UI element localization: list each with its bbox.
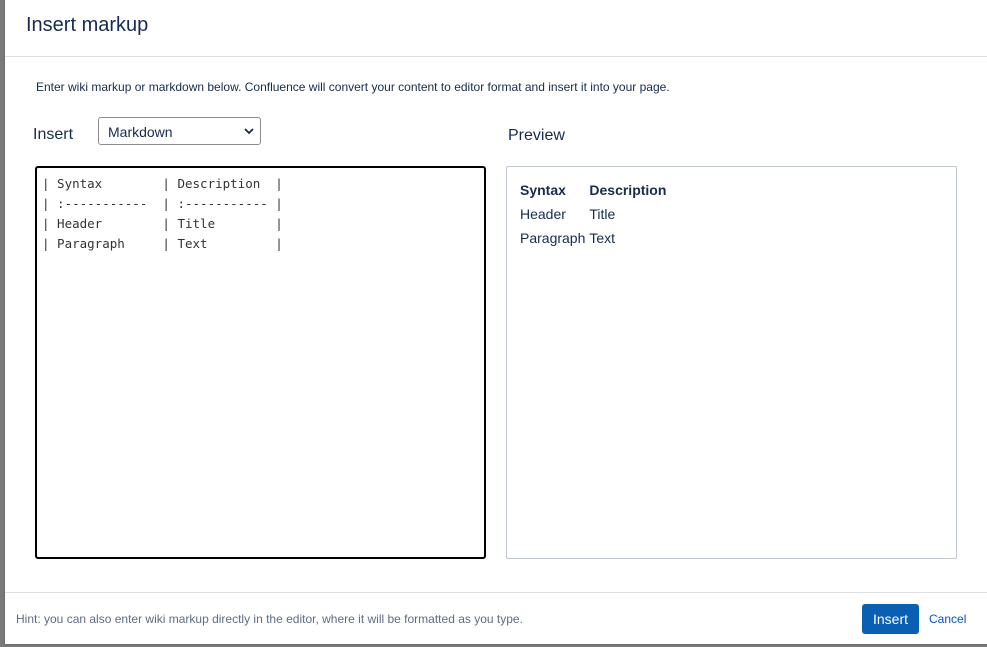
editor-line: | Syntax | Description | <box>42 176 283 191</box>
chevron-down-icon <box>244 128 254 135</box>
table-cell: Text <box>589 230 616 246</box>
table-cell: Paragraph <box>520 230 586 246</box>
editor-line: | :----------- | :----------- | <box>42 196 283 211</box>
preview-panel: Syntax Description Header Title Paragrap… <box>506 166 957 559</box>
footer-hint: Hint: you can also enter wiki markup dir… <box>16 612 523 626</box>
dialog-title: Insert markup <box>26 14 149 36</box>
table-header-row: Syntax Description <box>520 178 670 202</box>
cancel-link[interactable]: Cancel <box>929 612 966 626</box>
markup-editor[interactable]: | Syntax | Description | | :----------- … <box>35 166 486 559</box>
dialog-header: Insert markup <box>5 0 987 57</box>
format-select[interactable]: Markdown <box>98 117 261 145</box>
insert-format-label: Insert <box>33 126 74 143</box>
table-row: Header Title <box>520 202 670 226</box>
dialog-footer: Hint: you can also enter wiki markup dir… <box>5 592 987 645</box>
table-header-cell: Description <box>589 182 667 198</box>
preview-table: Syntax Description Header Title Paragrap… <box>520 178 670 250</box>
table-cell: Header <box>520 206 566 222</box>
editor-line: | Header | Title | <box>42 216 283 231</box>
format-select-value: Markdown <box>108 124 173 140</box>
dialog-description: Enter wiki markup or markdown below. Con… <box>36 80 670 94</box>
insert-button[interactable]: Insert <box>862 604 919 634</box>
table-header-cell: Syntax <box>520 182 566 198</box>
editor-line: | Paragraph | Text | <box>42 236 283 251</box>
table-row: Paragraph Text <box>520 226 670 250</box>
table-cell: Title <box>589 206 616 222</box>
insert-markup-dialog: Insert markup Enter wiki markup or markd… <box>5 0 987 644</box>
preview-label: Preview <box>508 127 565 144</box>
